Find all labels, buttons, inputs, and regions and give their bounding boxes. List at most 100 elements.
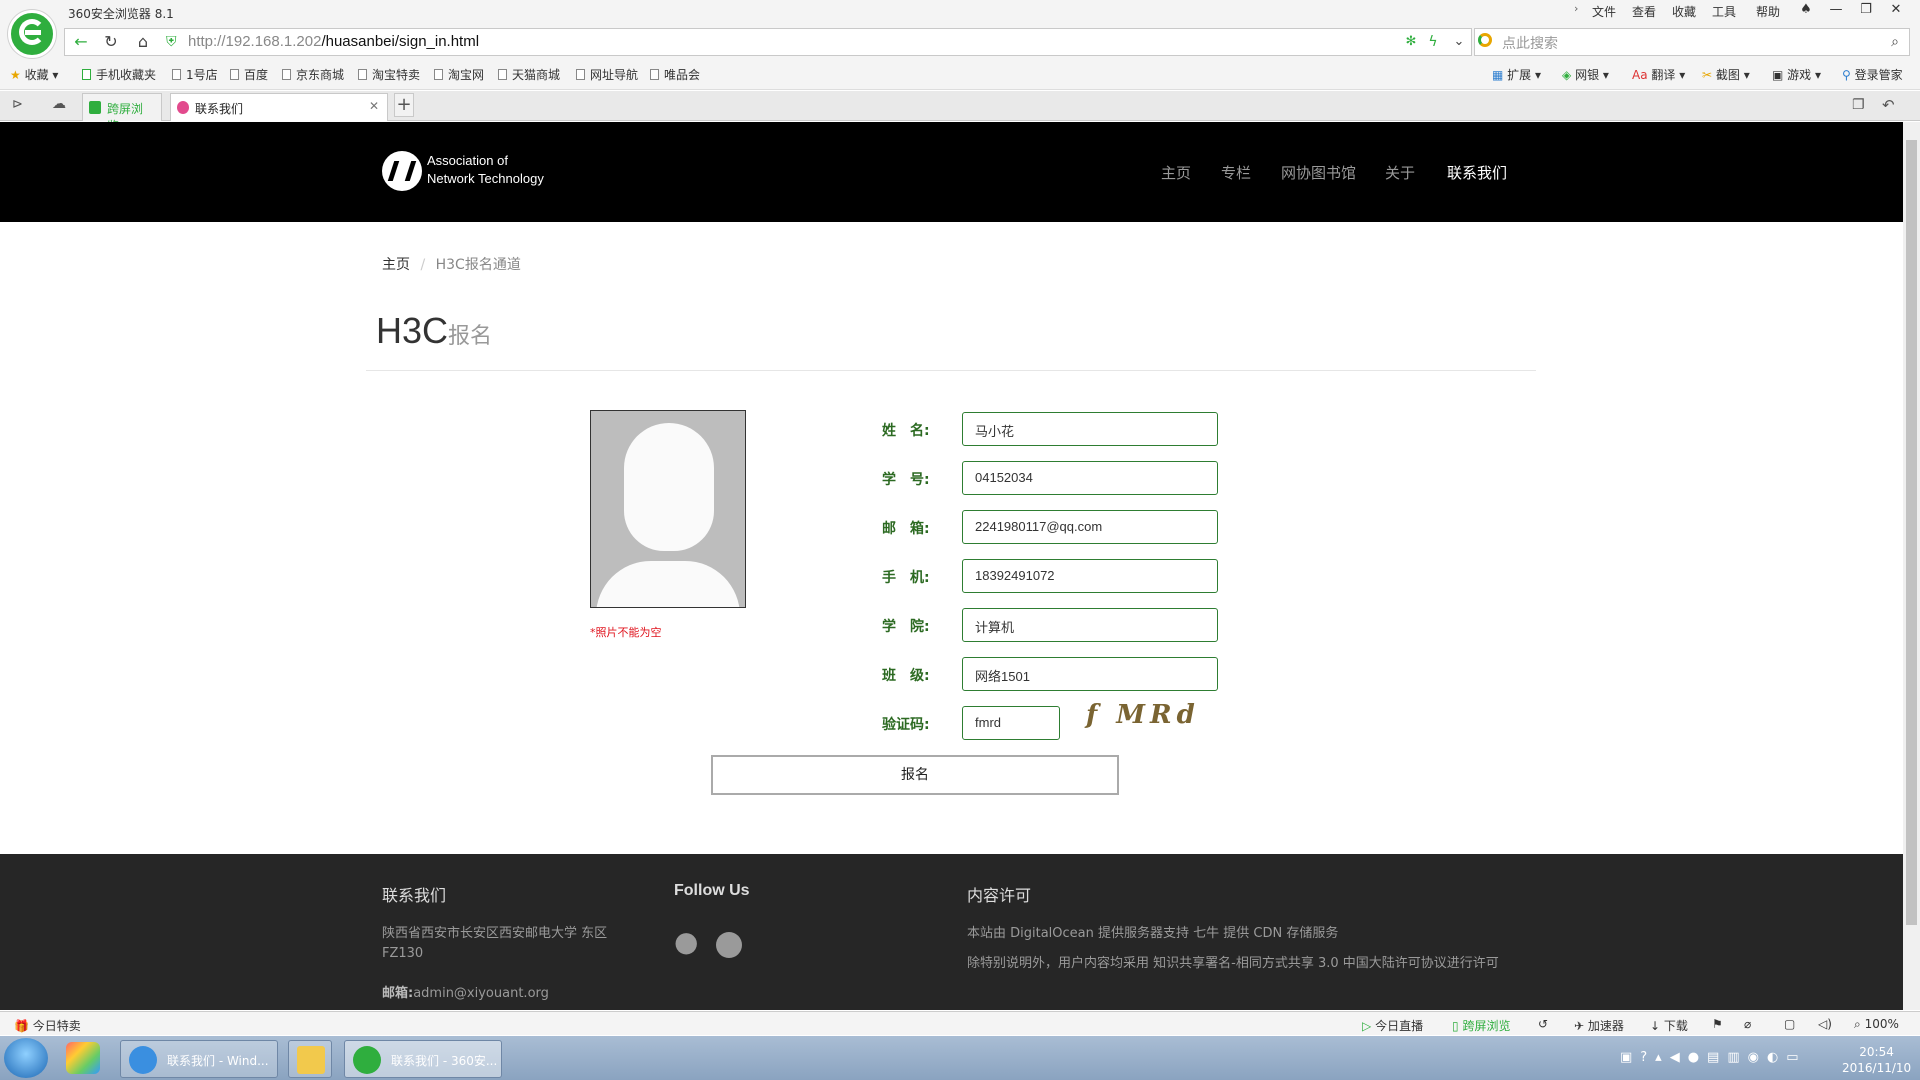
cloud-icon[interactable]: ☁ xyxy=(52,96,66,112)
task-label: 联系我们 - Wind... xyxy=(167,1054,269,1068)
nav-contact-us[interactable]: 联系我们 xyxy=(1447,162,1507,183)
new-tab-button[interactable]: + xyxy=(394,93,414,117)
captcha-image[interactable]: f MRd xyxy=(1086,700,1220,736)
bookmark-item[interactable]: 百度 xyxy=(230,66,268,83)
page-title-sub: 报名 xyxy=(448,323,493,348)
sound-icon[interactable]: ◁) xyxy=(1818,1017,1832,1031)
zoom-control[interactable]: ⌕ 100% xyxy=(1854,1017,1899,1032)
gamepad-icon: ▣ xyxy=(1772,68,1784,82)
footer-email-value[interactable]: admin@xiyouant.org xyxy=(413,986,549,1001)
app-launcher-icon[interactable] xyxy=(66,1042,100,1074)
bookmarks-menu[interactable]: ★ 收藏 ▾ xyxy=(10,66,58,83)
nav-about[interactable]: 关于 xyxy=(1385,162,1415,183)
accelerator-button[interactable]: ✈ 加速器 xyxy=(1574,1017,1624,1034)
student-id-field[interactable]: 04152034 xyxy=(962,461,1218,495)
cross-screen-button[interactable]: ▯ 跨屏浏览 xyxy=(1452,1017,1510,1034)
download-button[interactable]: ↓ 下载 xyxy=(1650,1017,1688,1034)
url-text[interactable]: http://192.168.1.202/huasanbei/sign_in.h… xyxy=(188,33,479,50)
wechat-icon[interactable]: ● xyxy=(674,928,708,956)
bookmark-item[interactable]: 京东商城 xyxy=(282,66,344,83)
nav-column[interactable]: 专栏 xyxy=(1221,162,1251,183)
task-label: 联系我们 - 360安... xyxy=(391,1054,498,1068)
menu-help[interactable]: 帮助 xyxy=(1756,3,1780,20)
menu-chevron-icon[interactable]: › xyxy=(1574,2,1578,15)
live-button[interactable]: ▷ 今日直播 xyxy=(1362,1017,1423,1034)
url-host: http://192.168.1.202 xyxy=(188,33,322,50)
refresh-icon[interactable]: ↻ xyxy=(100,31,122,53)
window-icon[interactable]: ▢ xyxy=(1784,1017,1795,1031)
bookmark-label: 天猫商城 xyxy=(512,68,561,82)
sidebar-toggle-icon[interactable]: ⊳ xyxy=(12,97,23,112)
system-tray-icons[interactable]: ▣?▴◀●▤▥◉◐▭ xyxy=(1620,1050,1807,1065)
nav-library[interactable]: 网协图书馆 xyxy=(1281,162,1356,183)
search-input[interactable]: 点此搜索 xyxy=(1502,33,1558,53)
footer-contact-title: 联系我们 xyxy=(382,886,447,905)
email-field[interactable]: 2241980117@qq.com xyxy=(962,510,1218,544)
site-logo-icon[interactable] xyxy=(382,151,422,191)
close-window-button[interactable]: ✕ xyxy=(1882,0,1910,22)
skin-icon[interactable]: ♠ xyxy=(1792,0,1820,22)
games-button[interactable]: ▣ 游戏 ▾ xyxy=(1772,66,1821,83)
footer-email-label: 邮箱: xyxy=(382,986,414,1001)
maximize-button[interactable]: ❐ xyxy=(1852,0,1880,22)
site-name[interactable]: Association of Network Technology xyxy=(427,152,544,188)
restore-tabs-icon[interactable]: ❐ xyxy=(1852,97,1865,113)
bookmark-item[interactable]: 唯品会 xyxy=(650,66,700,83)
back-icon[interactable]: ← xyxy=(70,31,92,53)
captcha-field[interactable]: fmrd xyxy=(962,706,1060,740)
taskbar-360-window[interactable]: 联系我们 - 360安... xyxy=(344,1040,502,1078)
nav-home[interactable]: 主页 xyxy=(1161,162,1191,183)
submit-button[interactable]: 报名 xyxy=(711,755,1119,795)
tab-contact-us[interactable]: 联系我们 ✕ xyxy=(170,93,388,121)
start-button[interactable] xyxy=(4,1038,48,1078)
photo-upload[interactable] xyxy=(590,410,746,608)
lightning-icon[interactable]: ϟ xyxy=(1422,31,1444,53)
github-icon[interactable] xyxy=(716,932,742,958)
home-icon[interactable]: ⌂ xyxy=(132,31,154,53)
phone-icon: ▯ xyxy=(1452,1019,1459,1033)
bookmark-item[interactable]: 手机收藏夹 xyxy=(82,66,156,83)
folder-icon xyxy=(297,1046,325,1074)
search-engine-icon[interactable] xyxy=(1478,33,1492,47)
bookmark-item[interactable]: 1号店 xyxy=(172,66,218,83)
clean-icon[interactable]: ⌀ xyxy=(1744,1017,1751,1031)
menu-view[interactable]: 查看 xyxy=(1632,3,1656,20)
bookmark-item[interactable]: 淘宝网 xyxy=(434,66,484,83)
login-manager-button[interactable]: ⚲ 登录管家 xyxy=(1842,66,1903,83)
college-field[interactable]: 计算机 xyxy=(962,608,1218,642)
menu-tools[interactable]: 工具 xyxy=(1712,3,1736,20)
bank-button[interactable]: ◈ 网银 ▾ xyxy=(1562,66,1609,83)
tab-cross-screen[interactable]: 跨屏浏览 xyxy=(82,93,162,133)
menu-file[interactable]: 文件 xyxy=(1592,3,1616,20)
scrollbar-thumb[interactable] xyxy=(1906,140,1917,925)
browser-logo-icon[interactable] xyxy=(8,10,56,58)
undo-close-icon[interactable]: ↶ xyxy=(1882,96,1895,114)
phone-field[interactable]: 18392491072 xyxy=(962,559,1218,593)
extensions-button[interactable]: ▦ 扩展 ▾ xyxy=(1492,66,1541,83)
flag-icon[interactable]: ⚑ xyxy=(1712,1017,1723,1031)
bookmark-label: 淘宝特卖 xyxy=(372,68,421,82)
today-deals-button[interactable]: 🎁 今日特卖 xyxy=(14,1017,81,1034)
clock[interactable]: 20:54 2016/11/10 xyxy=(1842,1044,1911,1076)
translate-button[interactable]: Aa 翻译 ▾ xyxy=(1632,66,1685,83)
speed-icon[interactable]: ✻ xyxy=(1400,31,1422,53)
taskbar-ie-window[interactable]: 联系我们 - Wind... xyxy=(120,1040,278,1078)
close-tab-icon[interactable]: ✕ xyxy=(369,99,379,113)
bookmark-item[interactable]: 淘宝特卖 xyxy=(358,66,420,83)
download-icon: ↓ xyxy=(1650,1019,1661,1033)
dropdown-chevron-icon[interactable]: ⌄ xyxy=(1448,31,1470,53)
student-id-label: 学 号: xyxy=(882,472,930,488)
search-icon[interactable]: ⌕ xyxy=(1884,31,1906,53)
bookmark-item[interactable]: 网址导航 xyxy=(576,66,638,83)
key-icon: ⚲ xyxy=(1842,68,1851,82)
history-icon[interactable]: ↺ xyxy=(1538,1017,1548,1031)
name-field[interactable]: 马小花 xyxy=(962,412,1218,446)
bookmark-item[interactable]: 天猫商城 xyxy=(498,66,560,83)
menu-favorites[interactable]: 收藏 xyxy=(1672,3,1696,20)
breadcrumb-home[interactable]: 主页 xyxy=(382,257,410,273)
screenshot-button[interactable]: ✂ 截图 ▾ xyxy=(1702,66,1750,83)
minimize-button[interactable]: — xyxy=(1822,0,1850,22)
taskbar-explorer[interactable] xyxy=(288,1040,332,1078)
translate-icon: Aa xyxy=(1632,68,1648,82)
class-field[interactable]: 网络1501 xyxy=(962,657,1218,691)
